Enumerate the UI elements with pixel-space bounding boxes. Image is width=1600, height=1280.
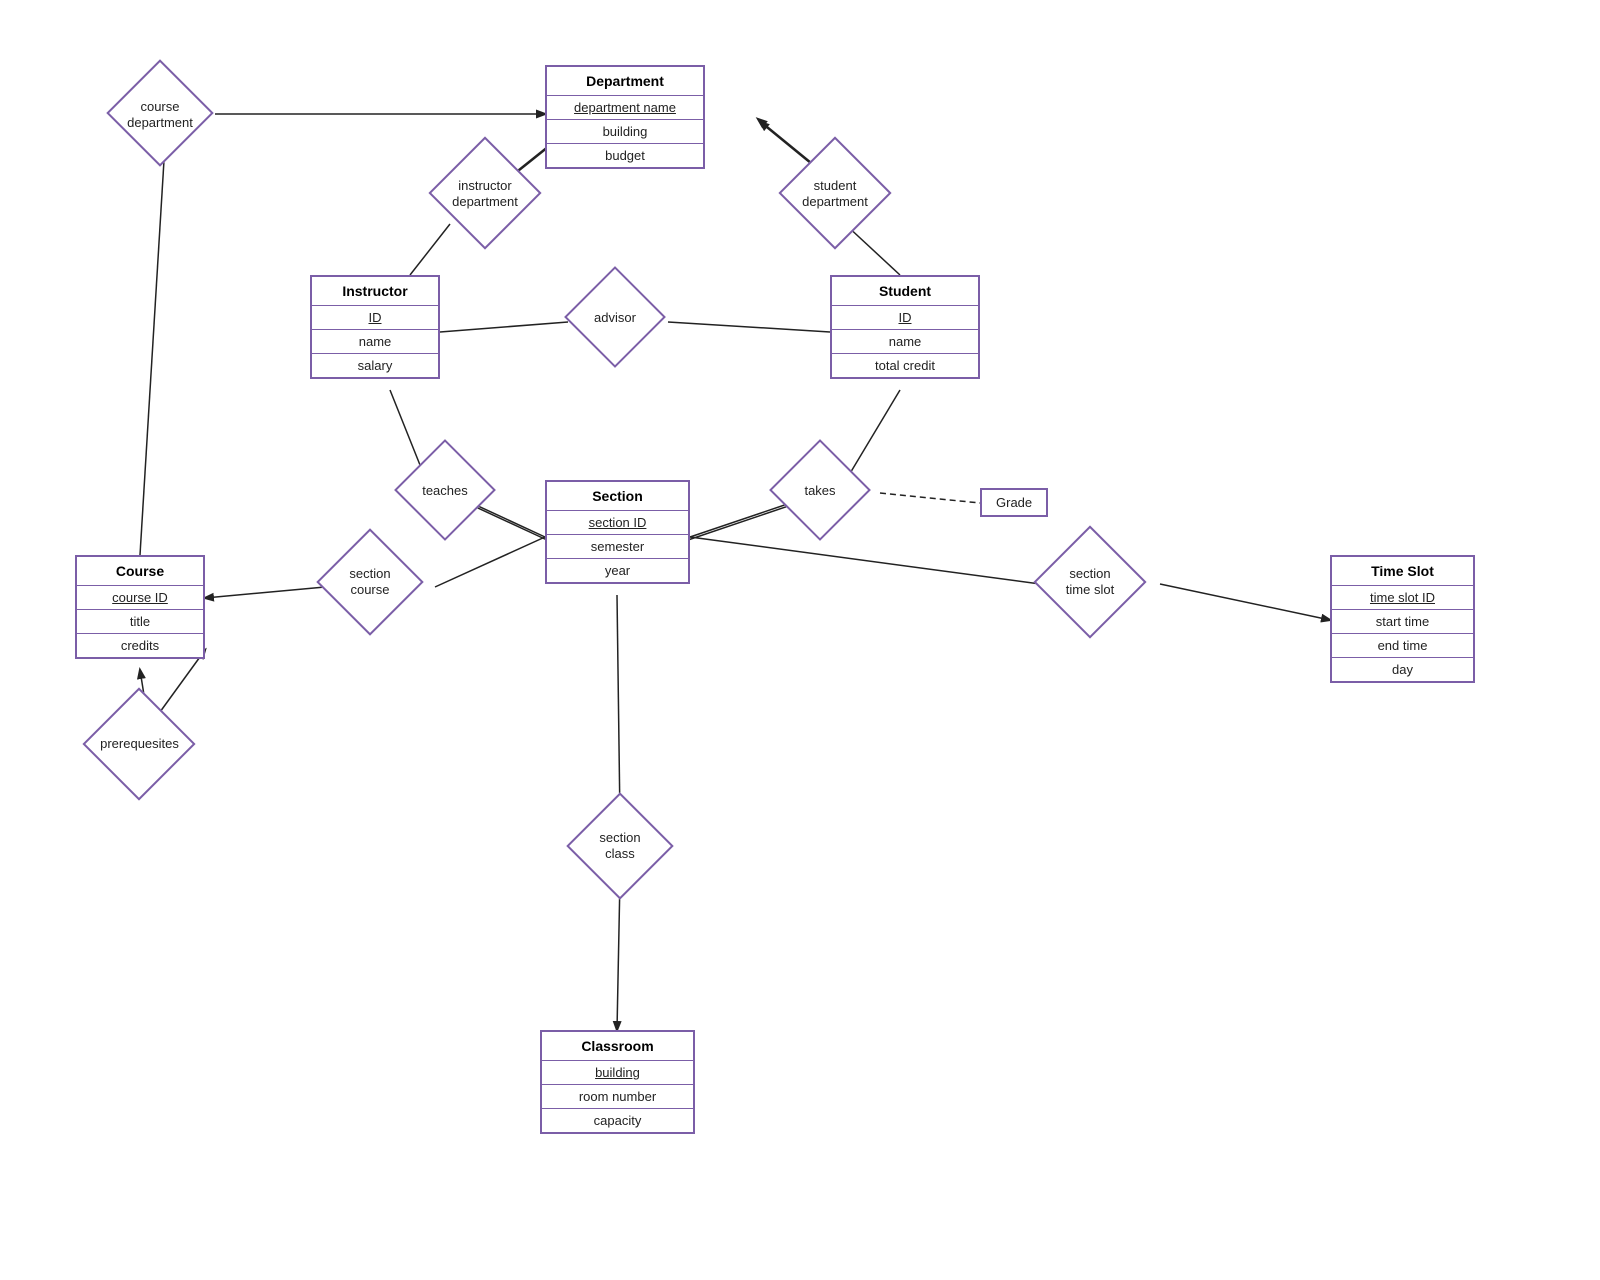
course-title: Course [77, 557, 203, 585]
instructor-department-relationship: instructordepartment [415, 158, 555, 230]
advisor-label: advisor [594, 310, 636, 326]
timeslot-attr-day: day [1332, 658, 1473, 681]
section-class-label: sectionclass [599, 830, 640, 861]
student-entity: Student ID name total credit [830, 275, 980, 379]
classroom-attr-room: room number [542, 1085, 693, 1108]
classroom-attr-building: building [542, 1061, 693, 1084]
instructor-title: Instructor [312, 277, 438, 305]
department-title: Department [547, 67, 703, 95]
section-timeslot-relationship: sectiontime slot [1020, 548, 1160, 616]
timeslot-entity: Time Slot time slot ID start time end ti… [1330, 555, 1475, 683]
department-attr-building: building [547, 120, 703, 143]
takes-label: takes [804, 483, 835, 499]
advisor-relationship: advisor [555, 285, 675, 350]
grade-entity: Grade [980, 488, 1048, 517]
section-class-relationship: sectionclass [555, 812, 685, 880]
section-timeslot-label: sectiontime slot [1066, 566, 1114, 597]
instructor-attr-id: ID [312, 306, 438, 329]
prerequesites-relationship: prerequesites [72, 710, 207, 778]
classroom-attr-capacity: capacity [542, 1109, 693, 1132]
instructor-department-label: instructordepartment [452, 178, 518, 209]
department-entity: Department department name building budg… [545, 65, 705, 169]
department-attr-name: department name [547, 96, 703, 119]
section-attr-semester: semester [547, 535, 688, 558]
course-entity: Course course ID title credits [75, 555, 205, 659]
takes-relationship: takes [760, 458, 880, 523]
course-department-label: coursedepartment [127, 99, 193, 130]
instructor-attr-name: name [312, 330, 438, 353]
timeslot-attr-start: start time [1332, 610, 1473, 633]
instructor-attr-salary: salary [312, 354, 438, 377]
section-attr-id: section ID [547, 511, 688, 534]
timeslot-attr-id: time slot ID [1332, 586, 1473, 609]
prerequesites-label: prerequesites [100, 736, 179, 752]
section-entity: Section section ID semester year [545, 480, 690, 584]
classroom-title: Classroom [542, 1032, 693, 1060]
section-course-label: sectioncourse [349, 566, 390, 597]
timeslot-title: Time Slot [1332, 557, 1473, 585]
student-attr-id: ID [832, 306, 978, 329]
course-attr-title: title [77, 610, 203, 633]
instructor-entity: Instructor ID name salary [310, 275, 440, 379]
student-attr-credit: total credit [832, 354, 978, 377]
section-title: Section [547, 482, 688, 510]
timeslot-attr-end: end time [1332, 634, 1473, 657]
teaches-relationship: teaches [385, 458, 505, 523]
teaches-label: teaches [422, 483, 468, 499]
course-attr-credits: credits [77, 634, 203, 657]
er-diagram: Department department name building budg… [0, 0, 1600, 1280]
grade-label: Grade [996, 495, 1032, 510]
student-title: Student [832, 277, 978, 305]
department-attr-budget: budget [547, 144, 703, 167]
section-attr-year: year [547, 559, 688, 582]
course-attr-id: course ID [77, 586, 203, 609]
classroom-entity: Classroom building room number capacity [540, 1030, 695, 1134]
student-attr-name: name [832, 330, 978, 353]
student-department-label: studentdepartment [802, 178, 868, 209]
student-department-relationship: studentdepartment [770, 158, 900, 230]
course-department-relationship: coursedepartment [100, 80, 220, 150]
section-course-relationship: sectioncourse [305, 548, 435, 616]
